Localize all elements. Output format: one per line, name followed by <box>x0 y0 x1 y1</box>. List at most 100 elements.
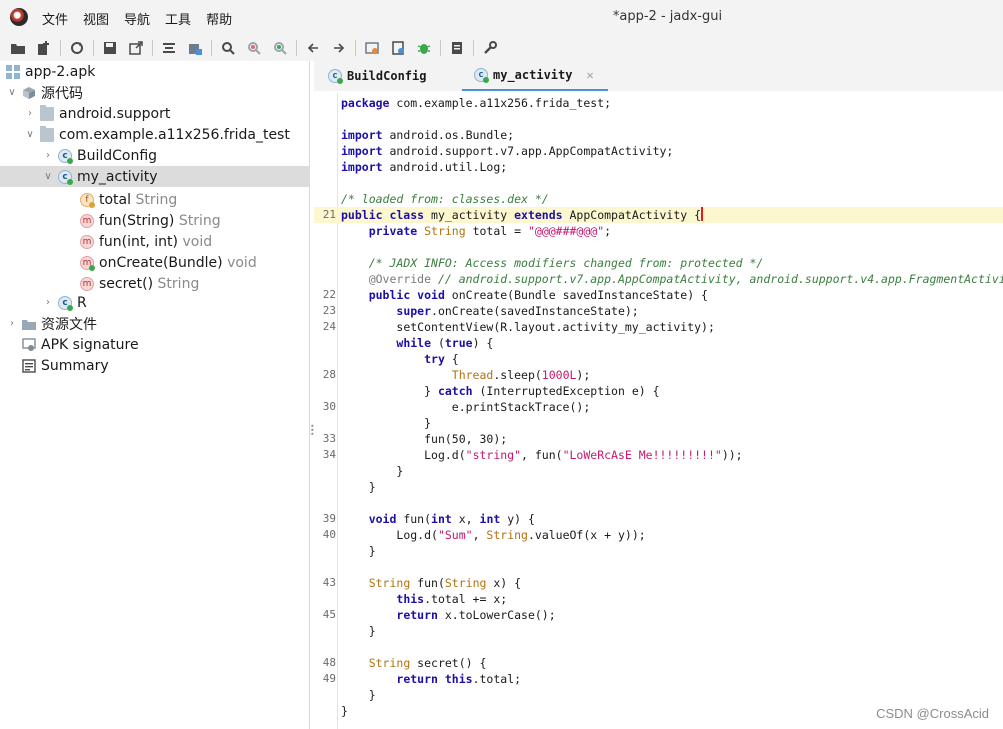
method-public-icon: m <box>80 255 95 271</box>
member-name: fun(String) <box>99 212 175 229</box>
chevron-down-icon[interactable]: ∨ <box>42 171 54 182</box>
menu-file[interactable]: 文件 <box>42 9 68 28</box>
method-icon: m <box>80 234 94 249</box>
toolbar-separator <box>355 39 356 56</box>
menu-navigation[interactable]: 导航 <box>124 9 150 28</box>
tree-label: APK signature <box>41 336 139 353</box>
code-line: 24 setContentView(R.layout.activity_my_a… <box>322 320 715 334</box>
menu-view[interactable]: 视图 <box>83 9 109 28</box>
chevron-right-icon[interactable]: › <box>42 150 54 161</box>
tree-label: app-2.apk <box>25 63 96 80</box>
menu-tools[interactable]: 工具 <box>165 9 191 28</box>
menu-help[interactable]: 帮助 <box>206 9 232 28</box>
project-tree: app-2.apk ∨ 源代码 › android.support ∨ com.… <box>0 61 310 729</box>
tree-item-source[interactable]: ∨ 源代码 <box>0 82 310 103</box>
chevron-down-icon[interactable]: ∨ <box>6 87 18 98</box>
code-line: } catch (InterruptedException e) { <box>424 384 660 398</box>
code-line: 33 fun(50, 30); <box>322 432 508 446</box>
title-bar: 文件 视图 导航 工具 帮助 *app-2 - jadx-gui <box>0 0 1003 34</box>
code-line: 43 String fun(String x) { <box>322 576 522 590</box>
field-icon: f <box>80 192 95 208</box>
code-line: package com.example.a11x256.frida_test; <box>341 96 612 110</box>
tree-item-package[interactable]: ∨ com.example.a11x256.frida_test <box>0 124 310 145</box>
log-icon[interactable] <box>388 38 408 58</box>
code-line: import android.util.Log; <box>341 160 508 174</box>
debug-icon[interactable] <box>414 38 434 58</box>
code-line: } <box>368 480 376 494</box>
open-icon[interactable] <box>8 38 28 58</box>
tree-label: my_activity <box>77 168 158 185</box>
member-name: secret() <box>99 275 154 292</box>
tab-my-activity[interactable]: c my_activity ✕ <box>462 61 608 91</box>
toolbar-separator <box>211 39 212 56</box>
tree-item-android-support[interactable]: › android.support <box>0 103 310 124</box>
code-line: 23 super.onCreate(savedInstanceState); <box>322 304 639 318</box>
member-name: total <box>99 191 132 208</box>
apk-icon <box>6 64 20 79</box>
tree-item-my-activity[interactable]: ∨ c my_activity <box>0 166 310 187</box>
chevron-right-icon[interactable]: › <box>42 297 54 308</box>
tree-item-resources[interactable]: › 资源文件 <box>0 313 310 334</box>
resources-folder-icon <box>22 317 36 331</box>
package-folder-icon <box>40 125 54 142</box>
package-folder-icon <box>40 104 54 121</box>
tab-label: BuildConfig <box>347 69 427 83</box>
find-class-icon[interactable] <box>244 38 264 58</box>
class-icon: c <box>474 68 489 83</box>
search-icon[interactable] <box>218 38 238 58</box>
split-pane-handle[interactable]: • • • <box>310 423 315 441</box>
package-icon[interactable] <box>185 38 205 58</box>
chevron-right-icon[interactable]: › <box>6 318 18 329</box>
preferences-icon[interactable] <box>480 38 500 58</box>
flatten-icon[interactable] <box>159 38 179 58</box>
sync-icon[interactable] <box>67 38 87 58</box>
toolbar-separator <box>473 39 474 56</box>
save-icon[interactable] <box>100 38 120 58</box>
tree-item-method-secret[interactable]: m secret() String <box>0 273 310 294</box>
method-icon: m <box>80 276 94 291</box>
class-icon: c <box>58 295 73 311</box>
member-type: void <box>227 254 257 271</box>
tree-item-apk-signature[interactable]: APK signature <box>0 334 310 355</box>
back-icon[interactable] <box>303 38 323 58</box>
quark-icon[interactable] <box>447 38 467 58</box>
deobfuscation-icon[interactable] <box>362 38 382 58</box>
tree-item-buildconfig[interactable]: › c BuildConfig <box>0 145 310 166</box>
tree-item-method-fun-int[interactable]: m fun(int, int) void <box>0 231 310 252</box>
member-name: onCreate(Bundle) <box>99 254 223 271</box>
member-type: String <box>157 275 200 292</box>
tree-item-r[interactable]: › c R <box>0 292 310 313</box>
toolbar-separator <box>60 39 61 56</box>
toolbar-separator <box>152 39 153 56</box>
text-cursor <box>701 207 704 221</box>
tree-item-field-total[interactable]: f total String <box>0 189 310 210</box>
tab-buildconfig[interactable]: c BuildConfig <box>328 61 458 91</box>
export-icon[interactable] <box>126 38 146 58</box>
tree-item-apk[interactable]: app-2.apk <box>0 61 310 82</box>
tree-item-summary[interactable]: Summary <box>0 355 310 376</box>
tree-item-method-oncreate[interactable]: m onCreate(Bundle) void <box>0 252 310 273</box>
toolbar-separator <box>93 39 94 56</box>
chevron-right-icon[interactable]: › <box>24 108 36 119</box>
jadx-logo-icon <box>10 8 28 26</box>
code-line: while (true) { <box>396 336 494 350</box>
code-line: import android.os.Bundle; <box>341 128 515 142</box>
certificate-icon <box>22 337 36 352</box>
chevron-down-icon[interactable]: ∨ <box>24 129 36 140</box>
tab-label: my_activity <box>493 68 573 82</box>
find-usage-icon[interactable] <box>270 38 290 58</box>
close-tab-icon[interactable]: ✕ <box>586 68 593 82</box>
tree-label: Summary <box>41 357 109 374</box>
code-line: 49 return this.total; <box>322 672 522 686</box>
add-files-icon[interactable] <box>34 38 54 58</box>
code-line: /* loaded from: classes.dex */ <box>341 192 549 206</box>
tree-item-method-fun-string[interactable]: m fun(String) String <box>0 210 310 231</box>
jadx-window: 文件 视图 导航 工具 帮助 *app-2 - jadx-gui app-2.a… <box>0 0 1003 729</box>
window-title: *app-2 - jadx-gui <box>612 9 723 24</box>
code-line: @Override // android.support.v7.app.AppC… <box>368 272 1003 286</box>
code-line: 39 void fun(int x, int y) { <box>322 512 535 526</box>
code-line: /* JADX INFO: Access modifiers changed f… <box>368 256 764 270</box>
code-editor[interactable]: package com.example.a11x256.frida_test; … <box>314 93 1003 729</box>
forward-icon[interactable] <box>329 38 349 58</box>
code-line: try { <box>424 352 459 366</box>
